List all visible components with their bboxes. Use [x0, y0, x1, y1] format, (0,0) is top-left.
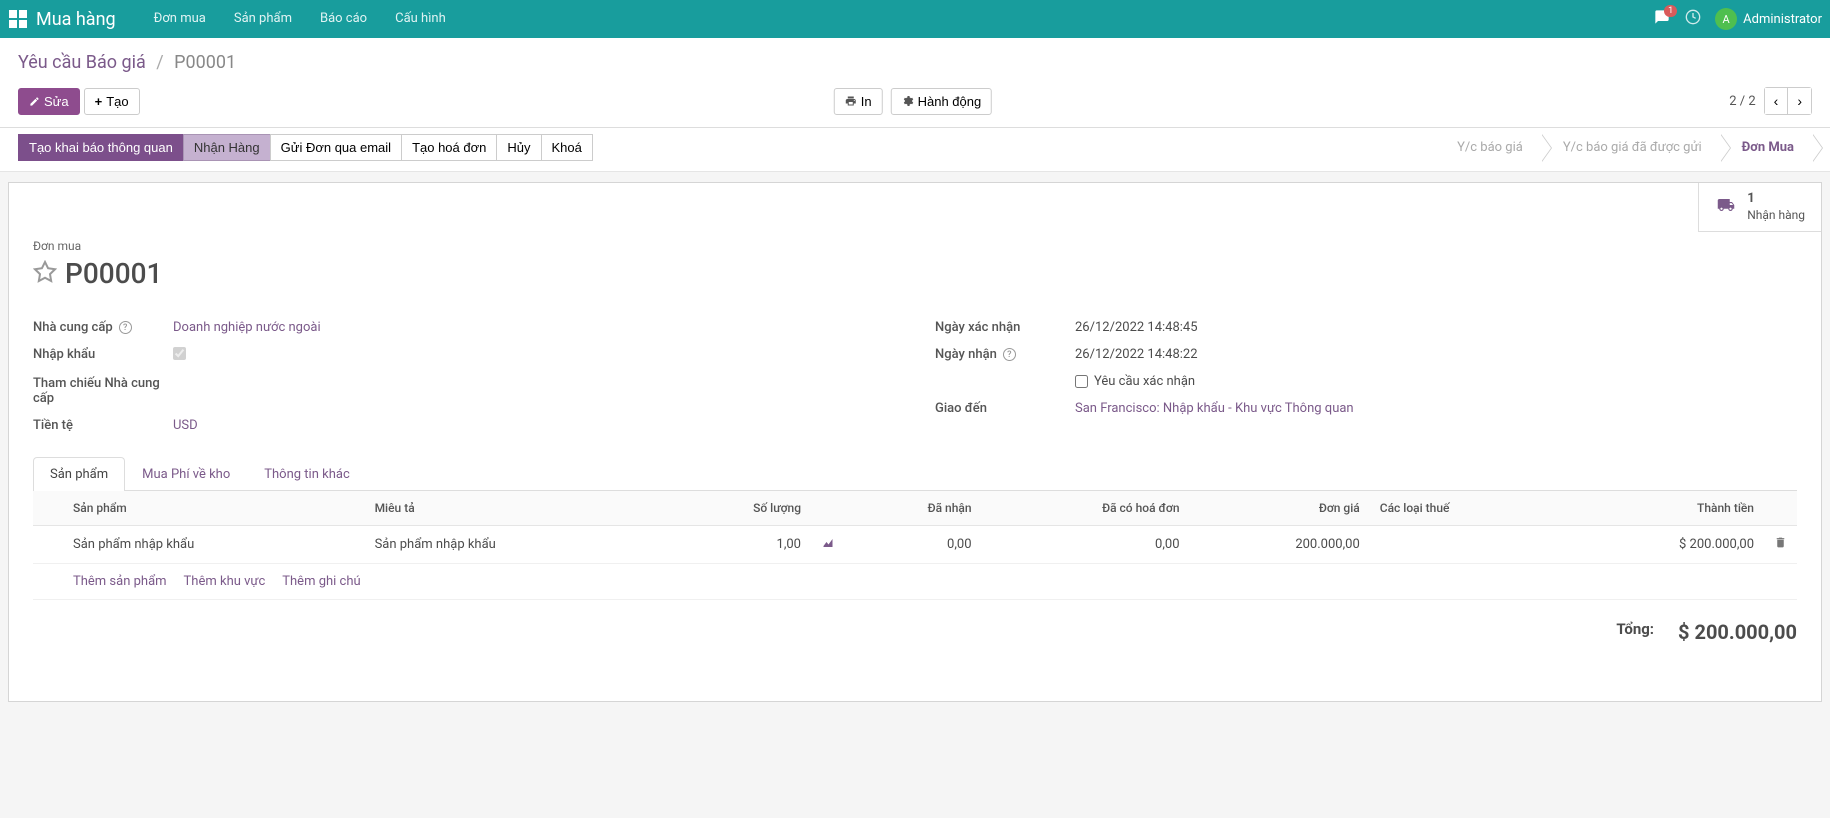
- tabs: Sản phẩm Mua Phí về kho Thông tin khác: [33, 457, 1797, 491]
- stat-receipts-count: 1: [1747, 191, 1805, 208]
- totals: Tổng: $ 200.000,00: [9, 600, 1821, 644]
- star-icon[interactable]: [33, 260, 57, 288]
- step-rfq-sent[interactable]: Y/c báo giá đã được gửi: [1541, 134, 1720, 161]
- stat-receipts[interactable]: 1 Nhận hàng: [1698, 183, 1821, 232]
- value-confirmed: 26/12/2022 14:48:45: [1075, 320, 1797, 335]
- add-product-link[interactable]: Thêm sản phẩm: [73, 574, 167, 589]
- label-ask-confirm: Yêu cầu xác nhận: [1094, 374, 1195, 389]
- truck-icon: [1715, 196, 1737, 218]
- checkbox-ask-confirm[interactable]: [1075, 375, 1088, 388]
- topbar: Mua hàng Đơn mua Sản phẩm Báo cáo Cấu hì…: [0, 0, 1830, 38]
- step-po[interactable]: Đơn Mua: [1720, 134, 1812, 161]
- nav-products[interactable]: Sản phẩm: [220, 0, 306, 38]
- forecast-icon[interactable]: [821, 538, 835, 553]
- cell-qty: 1,00: [666, 526, 811, 564]
- nav-reports[interactable]: Báo cáo: [306, 0, 381, 38]
- form-sheet: 1 Nhận hàng Đơn mua P00001 Nhà cung cấ: [8, 182, 1822, 702]
- status-row: Tạo khai báo thông quan Nhận Hàng Gửi Đơ…: [0, 128, 1830, 172]
- col-subtotal: Thành tiền: [1561, 491, 1764, 526]
- label-receipt-date: Ngày nhận?: [935, 347, 1075, 362]
- col-price: Đơn giá: [1190, 491, 1370, 526]
- apps-icon[interactable]: [8, 9, 28, 29]
- breadcrumb-current: P00001: [174, 52, 236, 73]
- col-desc: Miêu tả: [365, 491, 667, 526]
- help-icon[interactable]: ?: [1003, 348, 1016, 361]
- cell-taxes: [1370, 526, 1561, 564]
- app-title: Mua hàng: [36, 9, 116, 30]
- label-import: Nhập khẩu: [33, 347, 173, 362]
- create-button[interactable]: + Tạo: [84, 88, 140, 115]
- lines-table: Sản phẩm Miêu tả Số lượng Đã nhận Đã có …: [33, 491, 1797, 600]
- plus-icon: +: [95, 94, 103, 109]
- label-currency: Tiền tệ: [33, 418, 173, 433]
- label-supplier: Nhà cung cấp?: [33, 320, 173, 335]
- value-currency[interactable]: USD: [173, 418, 198, 433]
- control-row: Sửa + Tạo In Hành động 2 / 2 ‹ ›: [0, 81, 1830, 128]
- create-invoice-button[interactable]: Tạo hoá đơn: [401, 134, 497, 161]
- trash-icon[interactable]: [1774, 538, 1787, 553]
- label-vendor-ref: Tham chiếu Nhà cung cấp: [33, 376, 173, 406]
- user-menu[interactable]: A Administrator: [1715, 8, 1822, 30]
- cell-product: Sản phẩm nhập khẩu: [63, 526, 365, 564]
- value-supplier[interactable]: Doanh nghiệp nước ngoài: [173, 320, 321, 335]
- pager-prev[interactable]: ‹: [1765, 88, 1788, 114]
- cell-subtotal: $ 200.000,00: [1561, 526, 1764, 564]
- status-arrows: Y/c báo giá Y/c báo giá đã được gửi Đơn …: [1435, 134, 1812, 161]
- tab-other-info[interactable]: Thông tin khác: [247, 457, 366, 491]
- gear-icon: [902, 95, 914, 107]
- checkbox-import: [173, 347, 186, 360]
- total-amount: $ 200.000,00: [1678, 620, 1797, 644]
- chat-icon[interactable]: 1: [1653, 9, 1671, 29]
- col-qty: Số lượng: [666, 491, 811, 526]
- table-row[interactable]: Sản phẩm nhập khẩu Sản phẩm nhập khẩu 1,…: [33, 526, 1797, 564]
- nav-orders[interactable]: Đơn mua: [140, 0, 220, 38]
- record-title: P00001: [65, 257, 162, 290]
- cell-billed: 0,00: [982, 526, 1190, 564]
- clock-icon[interactable]: [1685, 9, 1701, 29]
- col-received: Đã nhận: [845, 491, 982, 526]
- breadcrumb: Yêu cầu Báo giá / P00001: [0, 38, 1830, 81]
- avatar: A: [1715, 8, 1737, 30]
- cell-received: 0,00: [845, 526, 982, 564]
- label-confirmed: Ngày xác nhận: [935, 320, 1075, 335]
- chat-badge: 1: [1664, 5, 1677, 17]
- col-product: Sản phẩm: [63, 491, 365, 526]
- step-rfq[interactable]: Y/c báo giá: [1435, 134, 1541, 161]
- print-icon: [845, 95, 857, 107]
- add-section-link[interactable]: Thêm khu vực: [184, 574, 266, 589]
- customs-declaration-button[interactable]: Tạo khai báo thông quan: [18, 134, 184, 161]
- stat-receipts-label: Nhận hàng: [1747, 208, 1805, 224]
- breadcrumb-root[interactable]: Yêu cầu Báo giá: [18, 52, 146, 73]
- nav-config[interactable]: Cấu hình: [381, 0, 460, 38]
- edit-button[interactable]: Sửa: [18, 88, 80, 115]
- value-deliver-to[interactable]: San Francisco: Nhập khẩu - Khu vực Thông…: [1075, 401, 1354, 416]
- col-billed: Đã có hoá đơn: [982, 491, 1190, 526]
- action-button[interactable]: Hành động: [891, 88, 993, 115]
- tab-products[interactable]: Sản phẩm: [33, 457, 125, 491]
- print-button[interactable]: In: [834, 88, 883, 115]
- help-icon[interactable]: ?: [119, 321, 132, 334]
- user-name: Administrator: [1743, 12, 1822, 27]
- cell-desc: Sản phẩm nhập khẩu: [365, 526, 667, 564]
- title-small: Đơn mua: [33, 239, 1797, 253]
- col-taxes: Các loại thuế: [1370, 491, 1561, 526]
- value-receipt-date: 26/12/2022 14:48:22: [1075, 347, 1797, 362]
- pager-text: 2 / 2: [1729, 94, 1755, 109]
- pager-next[interactable]: ›: [1787, 88, 1811, 114]
- lock-button[interactable]: Khoá: [541, 134, 593, 161]
- receive-button[interactable]: Nhận Hàng: [183, 134, 271, 161]
- add-note-link[interactable]: Thêm ghi chú: [282, 574, 360, 589]
- pager-nav: ‹ ›: [1764, 87, 1812, 115]
- total-label: Tổng:: [1616, 620, 1654, 644]
- cancel-button[interactable]: Hủy: [496, 134, 541, 161]
- label-deliver-to: Giao đến: [935, 401, 1075, 416]
- pencil-icon: [29, 96, 40, 107]
- send-email-button[interactable]: Gửi Đơn qua email: [270, 134, 402, 161]
- cell-price: 200.000,00: [1190, 526, 1370, 564]
- tab-landed-costs[interactable]: Mua Phí về kho: [125, 457, 247, 491]
